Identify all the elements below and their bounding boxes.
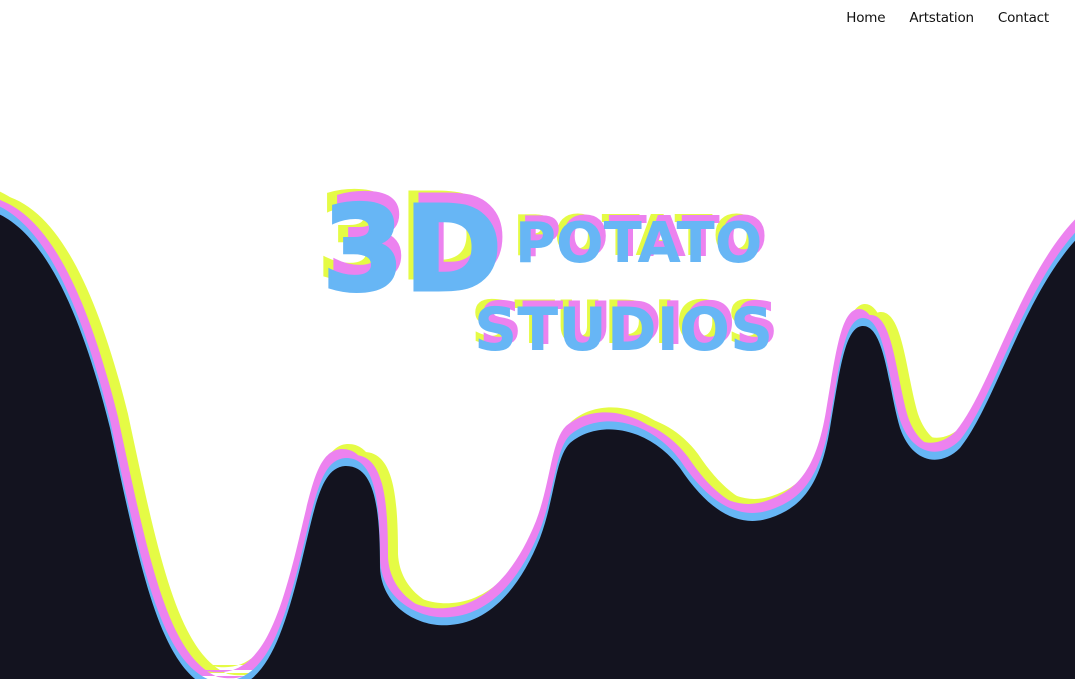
top-nav: Home Artstation Contact <box>846 10 1049 26</box>
nav-link-artstation[interactable]: Artstation <box>909 10 974 26</box>
svg-text:STUDIOS: STUDIOS <box>474 295 773 365</box>
nav-link-contact[interactable]: Contact <box>998 10 1049 26</box>
logo-potato: POTATO POTATO POTATO <box>513 204 767 276</box>
logo-studios: STUDIOS STUDIOS STUDIOS <box>471 288 778 365</box>
svg-text:POTATO: POTATO <box>515 211 762 276</box>
studio-logo: 3D 3D 3D 3D POTATO POTATO POTATO STUDIOS… <box>316 167 779 366</box>
nav-link-home[interactable]: Home <box>846 10 885 26</box>
